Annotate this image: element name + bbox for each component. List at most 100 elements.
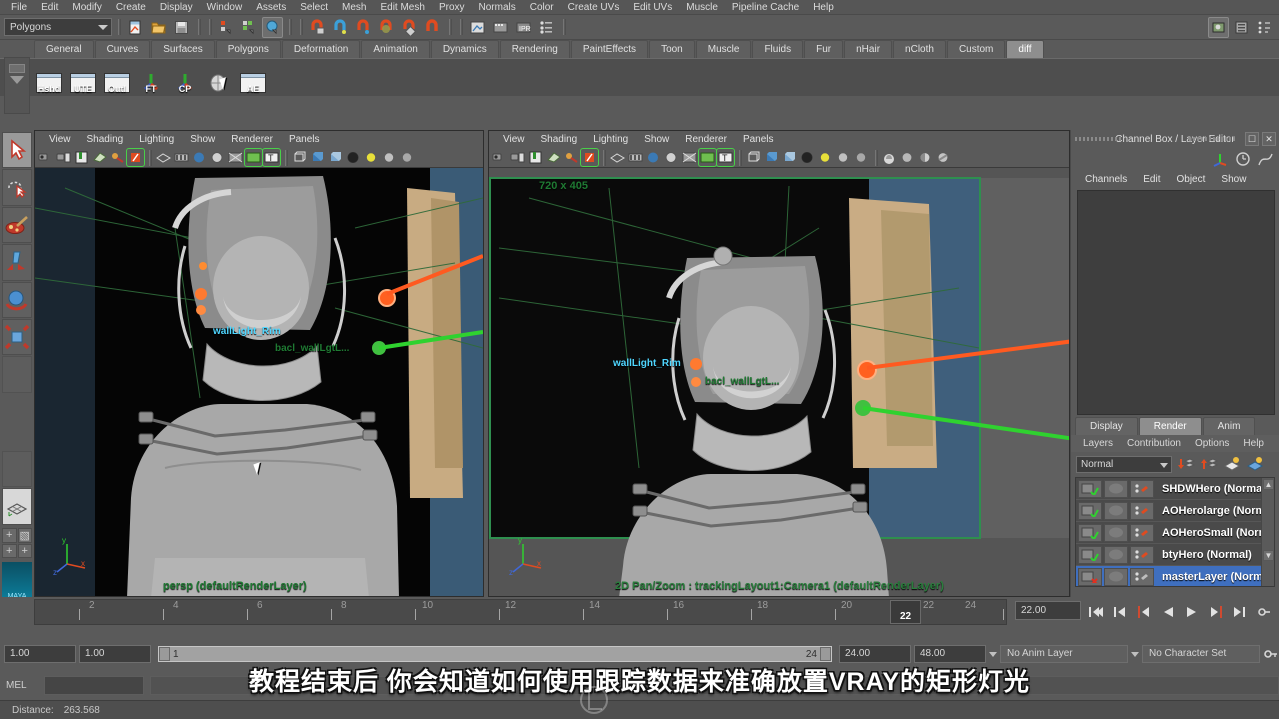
- new-scene-icon[interactable]: [125, 17, 146, 38]
- vp-left-menu-lighting[interactable]: Lighting: [131, 134, 182, 145]
- range-start-field[interactable]: 1.00: [4, 645, 76, 663]
- layer-material-override-toggle[interactable]: [1130, 567, 1154, 586]
- shelf-tab-fluids[interactable]: Fluids: [752, 40, 804, 58]
- hardware-texture-icon[interactable]: [881, 149, 898, 166]
- select-by-object-icon[interactable]: [239, 17, 260, 38]
- xray-icon[interactable]: [227, 149, 244, 166]
- toggle-lights-icon[interactable]: [580, 148, 599, 167]
- light-grey2-icon[interactable]: [399, 149, 416, 166]
- layer-material-override-toggle[interactable]: [1130, 479, 1154, 498]
- snap-to-grid-icon[interactable]: [307, 17, 328, 38]
- select-camera-icon[interactable]: [491, 149, 508, 166]
- range-handle-right[interactable]: [820, 647, 831, 661]
- shelf-tab-nhair[interactable]: nHair: [844, 40, 893, 58]
- move-tool[interactable]: [2, 244, 32, 281]
- layer-renderable-toggle[interactable]: [1078, 567, 1102, 586]
- bookmarks-icon[interactable]: [527, 149, 544, 166]
- current-time-indicator[interactable]: 22: [890, 600, 921, 624]
- render-sequence-icon[interactable]: [490, 17, 511, 38]
- scroll-up-arrow-icon[interactable]: ▲: [1263, 479, 1274, 490]
- render-layer-row[interactable]: AOHerolarge (Norma: [1076, 500, 1274, 522]
- layer-tab-render[interactable]: Render: [1138, 417, 1202, 435]
- shelf-button-ute[interactable]: UTE: [68, 62, 98, 94]
- range-end-field[interactable]: 48.00: [914, 645, 986, 663]
- range-slider-control[interactable]: 1 24: [158, 646, 832, 662]
- select-by-component-icon[interactable]: [262, 16, 283, 38]
- snap-to-view-plane-icon[interactable]: [399, 17, 420, 38]
- render-settings-icon[interactable]: [536, 17, 557, 38]
- viewport-camera1-canvas[interactable]: 720 x 405 wallLight_Rim bacl_wallLgtL...…: [489, 168, 1069, 596]
- menu-item-muscle[interactable]: Muscle: [679, 0, 725, 15]
- smooth-shade-icon[interactable]: [173, 149, 190, 166]
- current-time-field[interactable]: 22.00: [1015, 601, 1081, 620]
- channel-menu-show[interactable]: Show: [1213, 174, 1254, 185]
- menu-set-dropdown[interactable]: Polygons: [4, 18, 112, 36]
- select-camera-icon[interactable]: [37, 149, 54, 166]
- menu-item-edit[interactable]: Edit: [34, 0, 65, 15]
- text-display-icon[interactable]: T: [262, 148, 281, 167]
- key-icon[interactable]: [1263, 647, 1279, 661]
- menu-item-create[interactable]: Create: [109, 0, 153, 15]
- channel-box-attribute-list[interactable]: [1077, 190, 1275, 415]
- textured-cube-icon[interactable]: [327, 149, 344, 166]
- layer-state-toggle[interactable]: [1104, 545, 1128, 564]
- paint-selection-tool[interactable]: [2, 206, 32, 244]
- vp-right-menu-view[interactable]: View: [495, 134, 533, 145]
- text-display-icon[interactable]: T: [716, 148, 735, 167]
- grease-pencil-icon[interactable]: [109, 149, 126, 166]
- anim-layer-chevron-icon[interactable]: [989, 651, 997, 657]
- layout-persp-outliner-icon[interactable]: ▧: [17, 527, 32, 543]
- snap-to-projected-center-icon[interactable]: [376, 17, 397, 38]
- new-layer-icon[interactable]: [1223, 456, 1241, 472]
- select-by-hierarchy-icon[interactable]: [216, 17, 237, 38]
- menu-item-pipeline-cache[interactable]: Pipeline Cache: [725, 0, 806, 15]
- shelf-tab-fur[interactable]: Fur: [804, 40, 844, 58]
- command-language-label[interactable]: MEL: [6, 680, 38, 691]
- layer-state-toggle[interactable]: [1104, 479, 1128, 498]
- vp-left-menu-panels[interactable]: Panels: [281, 134, 328, 145]
- image-plane-icon[interactable]: [545, 149, 562, 166]
- menu-item-proxy[interactable]: Proxy: [432, 0, 472, 15]
- shelf-tab-general[interactable]: General: [34, 40, 94, 58]
- shelf-button-ft[interactable]: FT: [136, 62, 166, 94]
- vp-left-menu-shading[interactable]: Shading: [79, 134, 132, 145]
- menu-item-assets[interactable]: Assets: [249, 0, 293, 15]
- wireframe-icon[interactable]: [155, 149, 172, 166]
- smooth-shade-icon[interactable]: [627, 149, 644, 166]
- lighting-ball-icon[interactable]: [799, 149, 816, 166]
- show-texture-icon[interactable]: [244, 148, 263, 167]
- anim-start-field[interactable]: 1.00: [79, 645, 151, 663]
- menu-item-select[interactable]: Select: [293, 0, 335, 15]
- toggle-lights-icon[interactable]: [126, 148, 145, 167]
- shade-textured-icon[interactable]: [645, 149, 662, 166]
- vp-right-menu-show[interactable]: Show: [636, 134, 677, 145]
- vp-right-menu-shading[interactable]: Shading: [533, 134, 586, 145]
- shelf-button-cp[interactable]: CP: [170, 62, 200, 94]
- layer-renderable-toggle[interactable]: [1078, 545, 1102, 564]
- channel-menu-channels[interactable]: Channels: [1077, 174, 1135, 185]
- layer-mode-dropdown[interactable]: Normal: [1076, 455, 1172, 473]
- menu-item-window[interactable]: Window: [200, 0, 250, 15]
- shelf-tab-animation[interactable]: Animation: [361, 40, 430, 58]
- light-grey-icon[interactable]: [381, 149, 398, 166]
- layer-state-toggle[interactable]: [1104, 523, 1128, 542]
- menu-item-normals[interactable]: Normals: [472, 0, 523, 15]
- viewport-persp-canvas[interactable]: wallLight_Rim bacl_wallLgtL... y x z per…: [35, 168, 483, 596]
- camera-attributes-icon[interactable]: [509, 149, 526, 166]
- layer-state-toggle[interactable]: [1104, 501, 1128, 520]
- layer-tab-display[interactable]: Display: [1075, 417, 1138, 435]
- menu-item-color[interactable]: Color: [523, 0, 561, 15]
- shelf-tab-painteffects[interactable]: PaintEffects: [570, 40, 649, 58]
- shelf-button-sphere[interactable]: [204, 62, 234, 94]
- image-plane-icon[interactable]: [91, 149, 108, 166]
- shelf-collapse-control[interactable]: [4, 57, 30, 114]
- render-layer-row[interactable]: AOHeroSmall (Norm: [1076, 522, 1274, 544]
- ao-icon[interactable]: [917, 149, 934, 166]
- undock-panel-button[interactable]: ☐: [1245, 132, 1259, 146]
- shelf-tab-dynamics[interactable]: Dynamics: [430, 40, 499, 58]
- anim-end-field[interactable]: 24.00: [839, 645, 911, 663]
- shelf-tab-diff[interactable]: diff: [1006, 40, 1044, 58]
- lighting-ball-icon[interactable]: [345, 149, 362, 166]
- layer-menu-contribution[interactable]: Contribution: [1120, 438, 1188, 449]
- command-input-field[interactable]: [44, 675, 144, 695]
